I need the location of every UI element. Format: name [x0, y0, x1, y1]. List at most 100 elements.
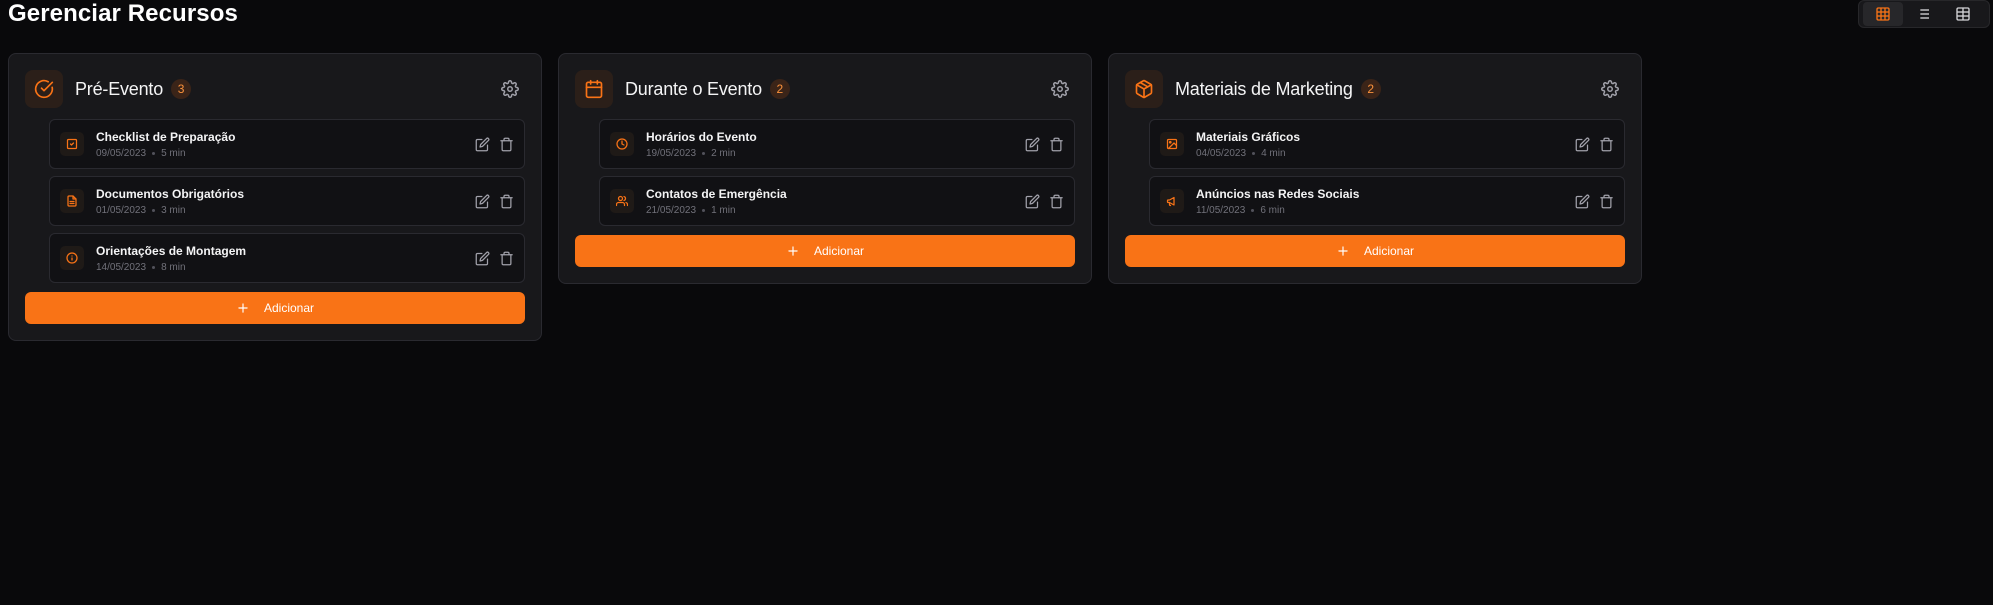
separator-dot	[1251, 208, 1255, 212]
column-durante-evento: Durante o Evento 2 Horários do Evento 19…	[558, 53, 1092, 284]
item-title: Orientações de Montagem	[96, 243, 247, 258]
edit-button[interactable]	[474, 250, 490, 266]
item-date: 04/05/2023	[1196, 147, 1247, 159]
users-icon	[616, 195, 628, 207]
list-item[interactable]: Materiais Gráficos 04/05/2023 4 min	[1149, 119, 1625, 169]
list-icon	[1917, 9, 1929, 19]
delete-button[interactable]	[1048, 193, 1064, 209]
megaphone-icon	[1166, 196, 1175, 207]
item-title: Contatos de Emergência	[646, 186, 787, 201]
list-item[interactable]: Orientações de Montagem 14/05/2023 8 min	[49, 233, 525, 283]
item-duration: 1 min	[711, 204, 736, 216]
column-count-badge: 2	[1360, 79, 1381, 99]
edit-button[interactable]	[1024, 193, 1040, 209]
item-icon-box	[60, 132, 84, 156]
item-icon-box	[60, 246, 84, 270]
item-title: Anúncios nas Redes Sociais	[1196, 186, 1360, 201]
item-meta: 14/05/2023 8 min	[96, 262, 246, 273]
edit-button[interactable]	[474, 136, 490, 152]
column-pre-evento: Pré-Evento 3 Checklist de Preparação 09/…	[8, 53, 542, 341]
list-item[interactable]: Horários do Evento 19/05/2023 2 min	[599, 119, 1075, 169]
trash-icon	[499, 137, 513, 151]
column-header: Durante o Evento 2	[575, 70, 1075, 108]
item-date: 19/05/2023	[646, 147, 697, 159]
column-settings-button[interactable]	[1601, 80, 1619, 98]
image-icon	[1166, 138, 1178, 150]
item-date: 01/05/2023	[96, 204, 147, 216]
separator-dot	[152, 208, 156, 212]
item-list: Materiais Gráficos 04/05/2023 4 min Anúnc…	[1125, 119, 1625, 226]
add-button-label: Adicionar	[263, 301, 315, 315]
item-icon-box	[610, 189, 634, 213]
item-duration: 3 min	[161, 204, 186, 216]
column-settings-button[interactable]	[501, 80, 519, 98]
list-item[interactable]: Documentos Obrigatórios 01/05/2023 3 min	[49, 176, 525, 226]
item-icon-box	[1160, 132, 1184, 156]
page-title: Gerenciar Recursos	[8, 0, 238, 27]
gear-icon	[1051, 80, 1069, 98]
delete-button[interactable]	[1598, 193, 1614, 209]
trash-icon	[499, 194, 513, 208]
trash-icon	[499, 251, 513, 265]
column-title: Materiais de Marketing	[1175, 78, 1353, 99]
item-meta: 11/05/2023 6 min	[1196, 205, 1359, 216]
column-materiais-marketing: Materiais de Marketing 2 Materiais Gráfi…	[1108, 53, 1642, 284]
delete-button[interactable]	[1048, 136, 1064, 152]
item-title: Documentos Obrigatórios	[96, 186, 245, 201]
edit-icon	[1575, 194, 1589, 208]
list-view-button[interactable]	[1903, 2, 1943, 26]
edit-button[interactable]	[474, 193, 490, 209]
add-button[interactable]: Adicionar	[575, 235, 1075, 267]
item-title: Checklist de Preparação	[96, 129, 236, 144]
item-date: 21/05/2023	[646, 204, 697, 216]
edit-icon	[1575, 137, 1589, 151]
item-date: 14/05/2023	[96, 261, 147, 273]
edit-button[interactable]	[1574, 193, 1590, 209]
delete-button[interactable]	[1598, 136, 1614, 152]
calendar-icon	[585, 79, 603, 99]
add-button[interactable]: Adicionar	[1125, 235, 1625, 267]
item-meta: 19/05/2023 2 min	[646, 148, 757, 159]
delete-button[interactable]	[498, 250, 514, 266]
edit-icon	[475, 251, 489, 265]
separator-dot	[702, 151, 706, 155]
plus-icon	[788, 246, 798, 256]
item-icon-box	[60, 189, 84, 213]
delete-button[interactable]	[498, 136, 514, 152]
edit-icon	[1025, 137, 1039, 151]
gear-icon	[501, 80, 519, 98]
column-settings-button[interactable]	[1051, 80, 1069, 98]
list-item[interactable]: Contatos de Emergência 21/05/2023 1 min	[599, 176, 1075, 226]
item-meta: 04/05/2023 4 min	[1196, 148, 1300, 159]
item-meta: 01/05/2023 3 min	[96, 205, 244, 216]
item-title: Materiais Gráficos	[1196, 129, 1301, 144]
item-meta: 21/05/2023 1 min	[646, 205, 787, 216]
edit-icon	[1025, 194, 1039, 208]
package-icon	[1135, 79, 1153, 99]
edit-button[interactable]	[1574, 136, 1590, 152]
item-duration: 2 min	[711, 147, 736, 159]
item-duration: 4 min	[1261, 147, 1286, 159]
trash-icon	[1049, 194, 1063, 208]
separator-dot	[152, 265, 156, 269]
check-circle-icon	[34, 79, 54, 99]
column-header: Materiais de Marketing 2	[1125, 70, 1625, 108]
add-button[interactable]: Adicionar	[25, 292, 525, 324]
list-item[interactable]: Anúncios nas Redes Sociais 11/05/2023 6 m…	[1149, 176, 1625, 226]
column-icon-box	[25, 70, 63, 108]
column-icon-box	[1125, 70, 1163, 108]
file-text-icon	[67, 195, 77, 207]
item-icon-box	[1160, 189, 1184, 213]
item-duration: 6 min	[1260, 204, 1285, 216]
info-icon	[66, 252, 78, 264]
delete-button[interactable]	[498, 193, 514, 209]
column-title: Durante o Evento	[625, 78, 762, 99]
edit-icon	[475, 137, 489, 151]
table-view-button[interactable]	[1943, 2, 1983, 26]
column-header: Pré-Evento 3	[25, 70, 525, 108]
list-item[interactable]: Checklist de Preparação 09/05/2023 5 min	[49, 119, 525, 169]
add-button-label: Adicionar	[813, 244, 865, 258]
edit-button[interactable]	[1024, 136, 1040, 152]
grid-view-button[interactable]	[1863, 2, 1903, 26]
gear-icon	[1601, 80, 1619, 98]
